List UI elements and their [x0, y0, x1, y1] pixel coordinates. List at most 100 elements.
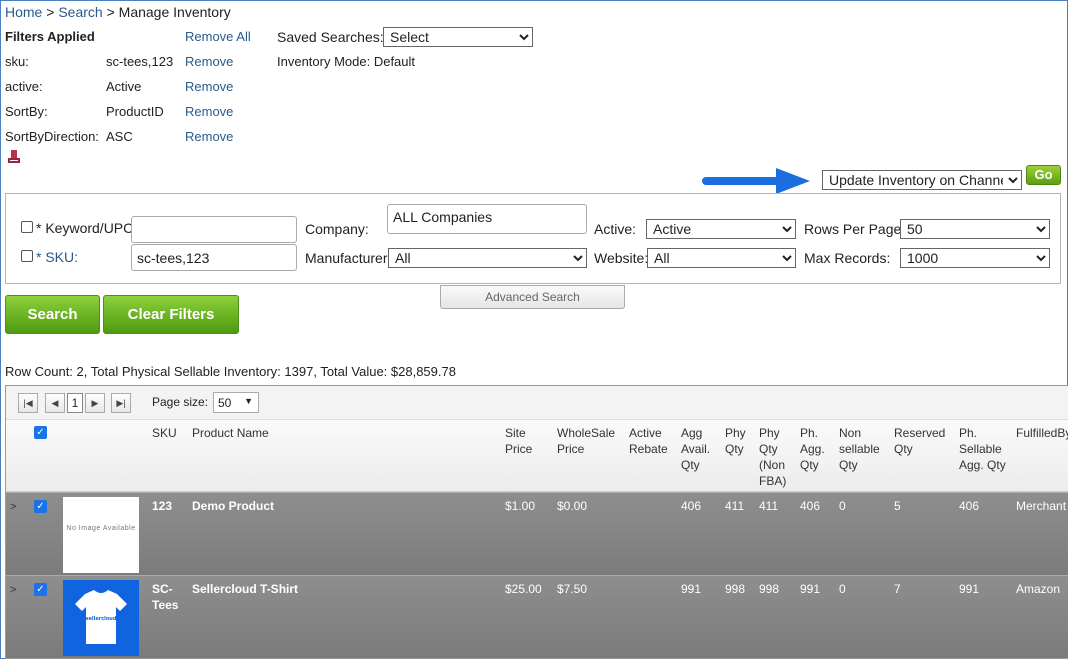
sku-input[interactable] — [131, 244, 297, 271]
breadcrumb-home[interactable]: Home — [5, 4, 42, 20]
col-reserved-qty[interactable]: Reserved Qty — [894, 425, 950, 457]
col-ph-sellable-agg-qty[interactable]: Ph. Sellable Agg. Qty — [959, 425, 1009, 473]
filter-key-sortbydirection: SortByDirection: — [5, 129, 99, 144]
cell-wholesale-price: $0.00 — [557, 499, 588, 513]
cell-site-price: $1.00 — [505, 499, 536, 513]
filter-remove-sortby[interactable]: Remove — [185, 104, 233, 119]
filter-remove-sku[interactable]: Remove — [185, 54, 233, 69]
company-label: Company: — [305, 221, 369, 237]
cell-phy-qty-non-fba: 411 — [759, 499, 779, 513]
row-checkbox[interactable]: ✓ — [34, 583, 47, 596]
breadcrumb: Home > Search > Manage Inventory — [5, 4, 231, 20]
cell-fulfilled-by: Merchant — [1016, 499, 1067, 513]
tshirt-product-image: sellercloud — [63, 580, 139, 656]
tshirt-logo-text: sellercloud — [86, 616, 117, 622]
first-page-icon[interactable]: |◀ — [18, 393, 38, 413]
filter-value-sortbydirection: ASC — [106, 129, 133, 144]
col-phy-qty[interactable]: Phy Qty — [725, 425, 753, 457]
max-records-label: Max Records: — [804, 250, 891, 266]
col-site-price[interactable]: Site Price — [505, 425, 543, 457]
cell-ph-agg-qty: 991 — [800, 582, 821, 596]
clear-filters-button[interactable]: Clear Filters — [103, 295, 239, 334]
col-ph-agg-qty[interactable]: Ph. Agg. Qty — [800, 425, 832, 473]
grid-header: ✓ SKU Product Name Site Price WholeSale … — [6, 420, 1068, 492]
cell-reserved-qty: 7 — [894, 582, 901, 596]
cell-non-sellable-qty: 0 — [839, 582, 846, 596]
rows-per-page-select[interactable]: 50 — [900, 219, 1050, 239]
advanced-search-button[interactable]: Advanced Search — [440, 285, 625, 309]
go-button[interactable]: Go — [1026, 165, 1061, 185]
expand-row-icon[interactable]: > — [10, 584, 16, 596]
filter-remove-sortbydirection[interactable]: Remove — [185, 129, 233, 144]
cell-phy-qty-non-fba: 998 — [759, 582, 780, 596]
channel-action-select[interactable]: Update Inventory on Channel — [822, 170, 1022, 190]
row-count-summary: Row Count: 2, Total Physical Sellable In… — [5, 364, 456, 379]
saved-searches-label: Saved Searches: — [277, 29, 384, 45]
cell-sku: SC-Tees — [152, 582, 179, 612]
cell-agg-avail-qty: 991 — [681, 582, 702, 596]
cell-sku: 123 — [152, 499, 173, 513]
cell-phy-qty: 998 — [725, 582, 746, 596]
filter-key-sku: sku: — [5, 54, 29, 69]
website-label: Website: — [594, 250, 649, 266]
col-active-rebate[interactable]: Active Rebate — [629, 425, 673, 457]
col-wholesale-price[interactable]: WholeSale Price — [557, 425, 619, 457]
cell-product-name[interactable]: Sellercloud T-Shirt — [192, 581, 298, 597]
rows-per-page-label: Rows Per Page: — [804, 221, 906, 237]
cell-site-price: $25.00 — [505, 582, 542, 596]
pointer-arrow-icon — [702, 168, 810, 194]
website-select[interactable]: All — [647, 248, 796, 268]
col-agg-avail-qty[interactable]: Agg Avail. Qty — [681, 425, 719, 473]
filter-value-sortby: ProductID — [106, 104, 164, 119]
col-phy-qty-non-fba[interactable]: Phy Qty (Non FBA) — [759, 425, 795, 489]
sku-label: * SKU: — [36, 249, 79, 265]
pdf-export-icon[interactable] — [8, 150, 20, 163]
cell-ph-sellable-agg-qty: 991 — [959, 582, 980, 596]
breadcrumb-search[interactable]: Search — [58, 4, 102, 20]
cell-fulfilled-by: Amazon — [1016, 582, 1061, 596]
search-button[interactable]: Search — [5, 295, 100, 334]
cell-non-sellable-qty: 0 — [839, 499, 846, 513]
keyword-input[interactable] — [131, 216, 297, 243]
last-page-icon[interactable]: ▶| — [111, 393, 131, 413]
page-size-value: 50 — [218, 396, 232, 410]
page-size-label: Page size: — [152, 395, 209, 409]
cell-ph-sellable-agg-qty: 406 — [959, 499, 980, 513]
table-row[interactable]: > ✓ No Image Available 123 Demo Product … — [6, 492, 1068, 575]
company-field[interactable]: ALL Companies — [387, 204, 587, 234]
cell-product-name[interactable]: Demo Product — [192, 498, 274, 514]
col-non-sellable-qty[interactable]: Non sellable Qty — [839, 425, 883, 473]
grid-pager: |◀ ◀ 1 ▶ ▶| Page size: 50 ▼ — [6, 386, 1068, 420]
filters-applied-title: Filters Applied — [5, 29, 95, 44]
col-fulfilled-by[interactable]: FulfilledBy — [1016, 425, 1068, 441]
keyword-label: * Keyword/UPC: — [36, 220, 138, 236]
chevron-down-icon: ▼ — [244, 396, 253, 406]
breadcrumb-separator: > — [46, 4, 55, 20]
filter-remove-active[interactable]: Remove — [185, 79, 233, 94]
col-sku[interactable]: SKU — [152, 425, 177, 441]
keyword-checkbox[interactable] — [21, 221, 33, 233]
current-page-number[interactable]: 1 — [67, 393, 83, 413]
expand-row-icon[interactable]: > — [10, 501, 16, 513]
cell-ph-agg-qty: 406 — [800, 499, 821, 513]
manufacturer-label: Manufacturer: — [305, 250, 392, 266]
select-all-checkbox[interactable]: ✓ — [34, 426, 47, 439]
breadcrumb-current: Manage Inventory — [118, 4, 231, 20]
filter-value-sku: sc-tees,123 — [106, 54, 174, 69]
table-row[interactable]: > ✓ sellercloud SC-Tees Sellercloud T-Sh… — [6, 575, 1068, 658]
sku-checkbox[interactable] — [21, 250, 33, 262]
max-records-select[interactable]: 1000 — [900, 248, 1050, 268]
remove-all-link[interactable]: Remove All — [185, 29, 251, 44]
active-select[interactable]: Active — [646, 219, 796, 239]
saved-searches-select[interactable]: Select — [383, 27, 533, 47]
col-product-name[interactable]: Product Name — [192, 425, 269, 441]
product-image-placeholder: No Image Available — [63, 497, 139, 573]
row-checkbox[interactable]: ✓ — [34, 500, 47, 513]
manufacturer-select[interactable]: All — [388, 248, 587, 268]
page-size-select[interactable]: 50 ▼ — [213, 392, 259, 413]
filter-key-active: active: — [5, 79, 43, 94]
next-page-icon[interactable]: ▶ — [85, 393, 105, 413]
prev-page-icon[interactable]: ◀ — [45, 393, 65, 413]
filter-value-active: Active — [106, 79, 142, 94]
filter-key-sortby: SortBy: — [5, 104, 48, 119]
